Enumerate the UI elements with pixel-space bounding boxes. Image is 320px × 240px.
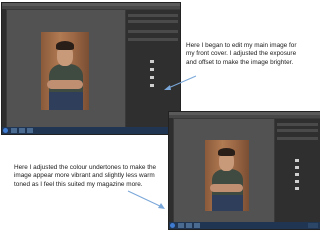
start-button[interactable] xyxy=(170,223,175,228)
taskbar-icon[interactable] xyxy=(19,128,25,133)
photo xyxy=(205,140,249,211)
panels-column xyxy=(126,10,180,127)
panels-column xyxy=(275,119,320,222)
caption-1: Here I began to edit my main image for m… xyxy=(186,42,297,66)
windows-taskbar xyxy=(2,127,180,134)
photoshop-screenshot-2 xyxy=(168,111,320,230)
taskbar-icon[interactable] xyxy=(194,223,200,228)
system-tray[interactable] xyxy=(308,223,318,228)
taskbar-icon[interactable] xyxy=(11,128,17,133)
caption-2: Here I adjusted the colour undertones to… xyxy=(14,164,157,188)
taskbar-icon[interactable] xyxy=(27,128,33,133)
start-button[interactable] xyxy=(3,128,8,133)
taskbar-icon[interactable] xyxy=(178,223,184,228)
arrow-1 xyxy=(164,75,197,90)
arrow-2 xyxy=(127,190,165,209)
windows-taskbar xyxy=(169,222,320,229)
taskbar-icon[interactable] xyxy=(186,223,192,228)
photo xyxy=(41,32,89,110)
tools-panel[interactable] xyxy=(2,9,6,127)
options-bar[interactable] xyxy=(169,115,320,118)
canvas-area xyxy=(174,119,274,222)
photoshop-screenshot-1 xyxy=(1,2,181,135)
options-bar[interactable] xyxy=(2,6,180,9)
canvas-area xyxy=(7,10,125,127)
